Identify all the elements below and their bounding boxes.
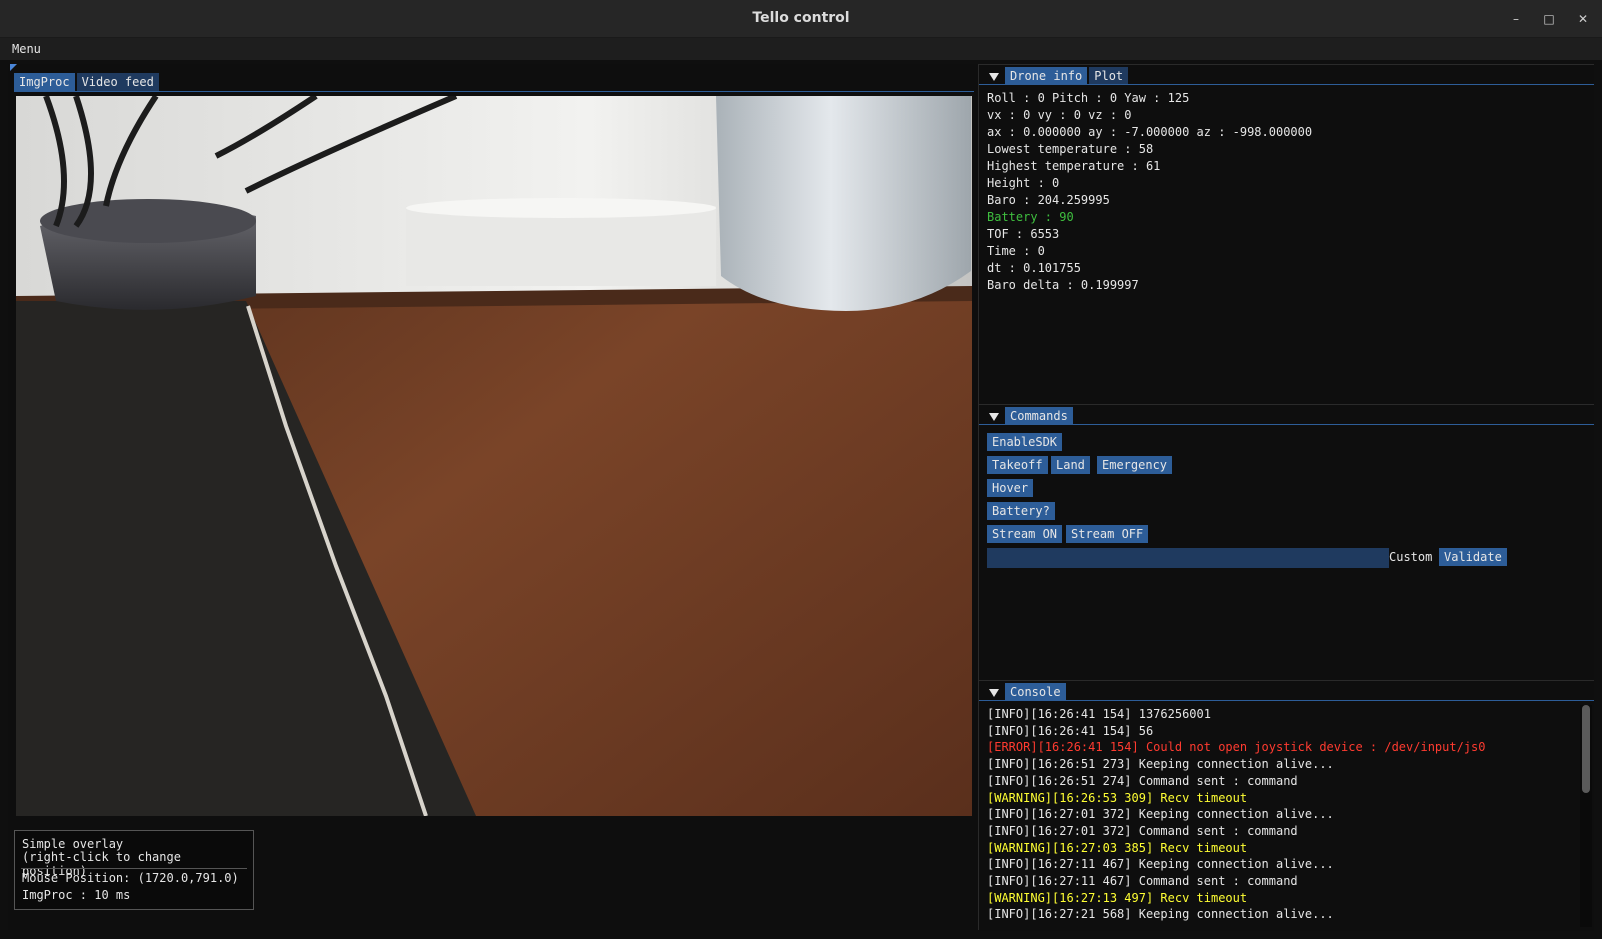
menu-item-menu[interactable]: Menu — [12, 42, 41, 56]
commands-title: Commands — [1005, 407, 1073, 425]
console-line-warning: [WARNING][16:27:13 497] Recv timeout — [987, 890, 1248, 905]
header-underline — [979, 700, 1594, 701]
tab-underline — [14, 91, 974, 92]
video-frame — [16, 96, 972, 816]
console-line-info: [INFO][16:27:01 372] Keeping connection … — [987, 807, 1334, 822]
console-header: Console — [985, 683, 1068, 701]
tab-imgproc[interactable]: ImgProc — [14, 73, 75, 91]
drone-info-header: Drone info Plot — [985, 67, 1130, 85]
takeoff-button[interactable]: Takeoff — [987, 456, 1048, 474]
drone-info-panel: Drone info Plot Roll : 0 Pitch : 0 Yaw : … — [979, 64, 1594, 404]
overlay-mouse-position: Mouse Position: (1720.0,791.0) — [22, 871, 239, 885]
minimize-button[interactable]: – — [1505, 8, 1527, 30]
hover-button[interactable]: Hover — [987, 479, 1034, 497]
info-attitude: Roll : 0 Pitch : 0 Yaw : 125 — [987, 91, 1190, 105]
overlay-separator — [21, 868, 247, 869]
window-title: Tello control — [752, 10, 850, 26]
simple-overlay: Simple overlay (right-click to change po… — [14, 830, 254, 910]
commands-panel: Commands EnableSDK Takeoff Land Emergenc… — [979, 404, 1594, 680]
console-line-info: [INFO][16:27:21 568] Keeping connection … — [987, 907, 1334, 922]
commands-header: Commands — [985, 407, 1075, 425]
land-button[interactable]: Land — [1051, 456, 1090, 474]
console-line-info: [INFO][16:26:51 273] Keeping connection … — [987, 757, 1334, 772]
window-collapse-triangle-icon[interactable] — [10, 64, 17, 71]
emergency-button[interactable]: Emergency — [1097, 456, 1173, 474]
info-height: Height : 0 — [987, 176, 1060, 190]
tab-video-feed[interactable]: Video feed — [76, 73, 159, 91]
console-line-info: [INFO][16:26:41 154] 1376256001 — [987, 707, 1211, 721]
validate-button[interactable]: Validate — [1439, 548, 1507, 566]
info-tof: TOF : 6553 — [987, 227, 1060, 241]
custom-label: Custom — [1389, 550, 1433, 564]
console-line-warning: [WARNING][16:26:53 309] Recv timeout — [987, 790, 1248, 805]
header-underline — [979, 424, 1594, 425]
console-line-warning: [WARNING][16:27:03 385] Recv timeout — [987, 840, 1248, 855]
tab-plot[interactable]: Plot — [1089, 67, 1129, 85]
console-scrollbar[interactable] — [1580, 705, 1592, 927]
enable-sdk-button[interactable]: EnableSDK — [987, 433, 1063, 451]
mug — [716, 96, 971, 311]
console-line-info: [INFO][16:27:01 372] Command sent : comm… — [987, 823, 1298, 838]
info-acceleration: ax : 0.000000 ay : -7.000000 az : -998.0… — [987, 125, 1313, 139]
info-time: Time : 0 — [987, 244, 1045, 258]
collapse-arrow-icon[interactable] — [989, 688, 999, 697]
maximize-button[interactable]: □ — [1538, 8, 1560, 30]
info-dt: dt : 0.101755 — [987, 261, 1081, 275]
console-line-info: [INFO][16:27:11 467] Keeping connection … — [987, 857, 1334, 872]
stream-off-button[interactable]: Stream OFF — [1066, 525, 1149, 543]
white-box-top — [406, 198, 716, 218]
camera-image — [16, 96, 972, 816]
info-battery: Battery : 90 — [987, 210, 1074, 224]
stream-on-button[interactable]: Stream ON — [987, 525, 1063, 543]
info-lowest-temperature: Lowest temperature : 58 — [987, 142, 1154, 156]
info-velocity: vx : 0 vy : 0 vz : 0 — [987, 108, 1132, 122]
menu-bar: Menu — [0, 38, 1602, 60]
header-underline — [979, 84, 1594, 85]
info-baro: Baro : 204.259995 — [987, 193, 1110, 207]
overlay-title: Simple overlay — [22, 837, 124, 851]
console-line-error: [ERROR][16:26:41 154] Could not open joy… — [987, 740, 1486, 755]
custom-command-input[interactable] — [987, 548, 1389, 568]
collapse-arrow-icon[interactable] — [989, 72, 999, 81]
info-highest-temperature: Highest temperature : 61 — [987, 159, 1161, 173]
tab-drone-info[interactable]: Drone info — [1005, 67, 1088, 85]
title-bar: Tello control – □ ✕ — [0, 0, 1602, 38]
close-button[interactable]: ✕ — [1572, 8, 1594, 30]
left-tab-bar: ImgProc Video feed — [14, 73, 161, 91]
info-baro-delta: Baro delta : 0.199997 — [987, 278, 1139, 292]
overlay-imgproc-time: ImgProc : 10 ms — [22, 888, 131, 902]
console-line-info: [INFO][16:27:11 467] Command sent : comm… — [987, 874, 1298, 888]
console-title: Console — [1005, 683, 1066, 701]
image-pane: ImgProc Video feed Simple overlay (right… — [8, 64, 978, 930]
speaker-top — [40, 199, 256, 243]
console-line-info: [INFO][16:26:51 274] Command sent : comm… — [987, 773, 1298, 788]
collapse-arrow-icon[interactable] — [989, 412, 999, 421]
console-scrollbar-thumb[interactable] — [1582, 705, 1590, 793]
battery-query-button[interactable]: Battery? — [987, 502, 1055, 520]
console-line-info: [INFO][16:26:41 154] 56 — [987, 723, 1154, 738]
console-panel: Console [INFO][16:26:41 154] 1376256001 [… — [979, 680, 1594, 931]
